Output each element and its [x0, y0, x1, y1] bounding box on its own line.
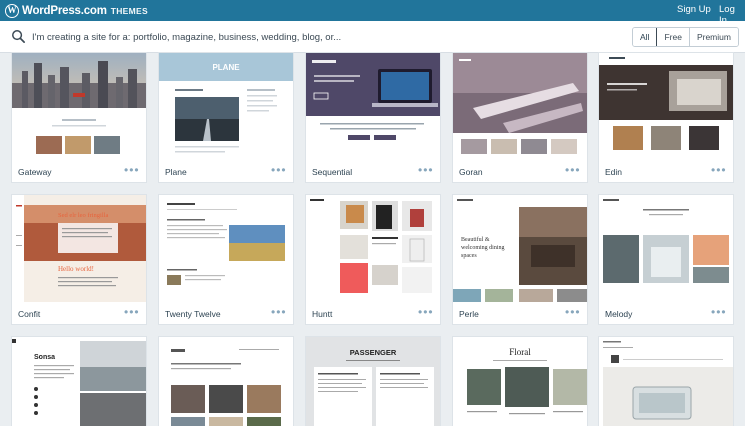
- theme-thumbnail[interactable]: Beautiful & welcoming dining spaces: [453, 195, 587, 302]
- plane-title: PLANE: [212, 63, 240, 72]
- more-options-icon[interactable]: •••: [124, 305, 140, 319]
- filter-free[interactable]: Free: [656, 28, 689, 46]
- theme-name[interactable]: Edin: [605, 167, 622, 177]
- theme-card-floral[interactable]: Floral: [453, 337, 587, 426]
- floral-title: Floral: [509, 347, 531, 357]
- theme-thumbnail[interactable]: [599, 195, 733, 302]
- search-bar: All Free Premium: [0, 21, 745, 53]
- theme-thumbnail[interactable]: [453, 53, 587, 160]
- theme-thumbnail[interactable]: Floral: [453, 337, 587, 426]
- theme-thumbnail[interactable]: [159, 337, 293, 426]
- theme-card-gateway[interactable]: Gateway •••: [12, 53, 146, 182]
- theme-card-huntt[interactable]: Huntt •••: [306, 195, 440, 324]
- theme-thumbnail[interactable]: Sonsa: [12, 337, 146, 426]
- svg-text:spaces: spaces: [461, 253, 477, 259]
- theme-card-sequential[interactable]: Sequential •••: [306, 53, 440, 182]
- more-options-icon[interactable]: •••: [124, 163, 140, 177]
- search-input[interactable]: [32, 27, 592, 47]
- theme-card-sonsa[interactable]: Sonsa: [12, 337, 146, 426]
- more-options-icon[interactable]: •••: [711, 305, 727, 319]
- confit-hello: Hello world!: [58, 265, 94, 273]
- confit-title: Sed elr leo fringilla: [58, 212, 108, 219]
- theme-card-confit[interactable]: Sed elr leo fringilla Hello world! Confi…: [12, 195, 146, 324]
- more-options-icon[interactable]: •••: [565, 305, 581, 319]
- theme-thumbnail[interactable]: [306, 53, 440, 160]
- filter-premium[interactable]: Premium: [688, 28, 738, 46]
- theme-name[interactable]: Twenty Twelve: [165, 309, 221, 319]
- theme-thumbnail[interactable]: [12, 53, 146, 160]
- svg-text:welcoming dining: welcoming dining: [461, 245, 505, 251]
- theme-card-twenty-twelve[interactable]: Twenty Twelve •••: [159, 195, 293, 324]
- theme-name[interactable]: Plane: [165, 167, 187, 177]
- theme-thumbnail[interactable]: PLANE: [159, 53, 293, 160]
- theme-thumbnail[interactable]: Sed elr leo fringilla Hello world!: [12, 195, 146, 302]
- svg-text:Beautiful &: Beautiful &: [461, 236, 490, 243]
- more-options-icon[interactable]: •••: [711, 163, 727, 177]
- theme-thumbnail[interactable]: [159, 195, 293, 302]
- theme-thumbnail[interactable]: PASSENGER: [306, 337, 440, 426]
- theme-card-passenger[interactable]: PASSENGER: [306, 337, 440, 426]
- theme-name[interactable]: Sequential: [312, 167, 352, 177]
- theme-thumbnail[interactable]: [306, 195, 440, 302]
- more-options-icon[interactable]: •••: [418, 305, 434, 319]
- theme-name[interactable]: Goran: [459, 167, 483, 177]
- theme-card-plane[interactable]: PLANE Plane •••: [159, 53, 293, 182]
- brand-name: WordPress.com: [22, 4, 107, 17]
- theme-name[interactable]: Confit: [18, 309, 40, 319]
- filter-segmented-control: All Free Premium: [632, 27, 739, 47]
- theme-name[interactable]: Melody: [605, 309, 632, 319]
- wordpress-logo-icon: W: [5, 3, 19, 18]
- more-options-icon[interactable]: •••: [271, 163, 287, 177]
- more-options-icon[interactable]: •••: [565, 163, 581, 177]
- more-options-icon[interactable]: •••: [271, 305, 287, 319]
- theme-thumbnail[interactable]: [599, 53, 733, 160]
- top-bar: W WordPress.com THEMES Sign Up Log In: [0, 0, 745, 26]
- theme-card-goran[interactable]: Goran •••: [453, 53, 587, 182]
- filter-all[interactable]: All: [632, 28, 658, 46]
- sonsa-title: Sonsa: [34, 354, 55, 361]
- theme-name[interactable]: Gateway: [18, 167, 52, 177]
- theme-card-edin[interactable]: Edin •••: [599, 53, 733, 182]
- theme-card-melody[interactable]: Melody •••: [599, 195, 733, 324]
- brand[interactable]: W WordPress.com THEMES: [5, 3, 148, 18]
- theme-card-row3-2[interactable]: [159, 337, 293, 426]
- section-label: THEMES: [110, 5, 148, 16]
- theme-thumbnail[interactable]: [599, 337, 733, 426]
- theme-card-perle[interactable]: Beautiful & welcoming dining spaces Perl…: [453, 195, 587, 324]
- more-options-icon[interactable]: •••: [418, 163, 434, 177]
- theme-name[interactable]: Perle: [459, 309, 479, 319]
- theme-card-row3-5[interactable]: [599, 337, 733, 426]
- theme-name[interactable]: Huntt: [312, 309, 332, 319]
- passenger-title: PASSENGER: [350, 348, 397, 357]
- search-icon: [12, 30, 25, 43]
- sign-up-link[interactable]: Sign Up: [677, 4, 711, 15]
